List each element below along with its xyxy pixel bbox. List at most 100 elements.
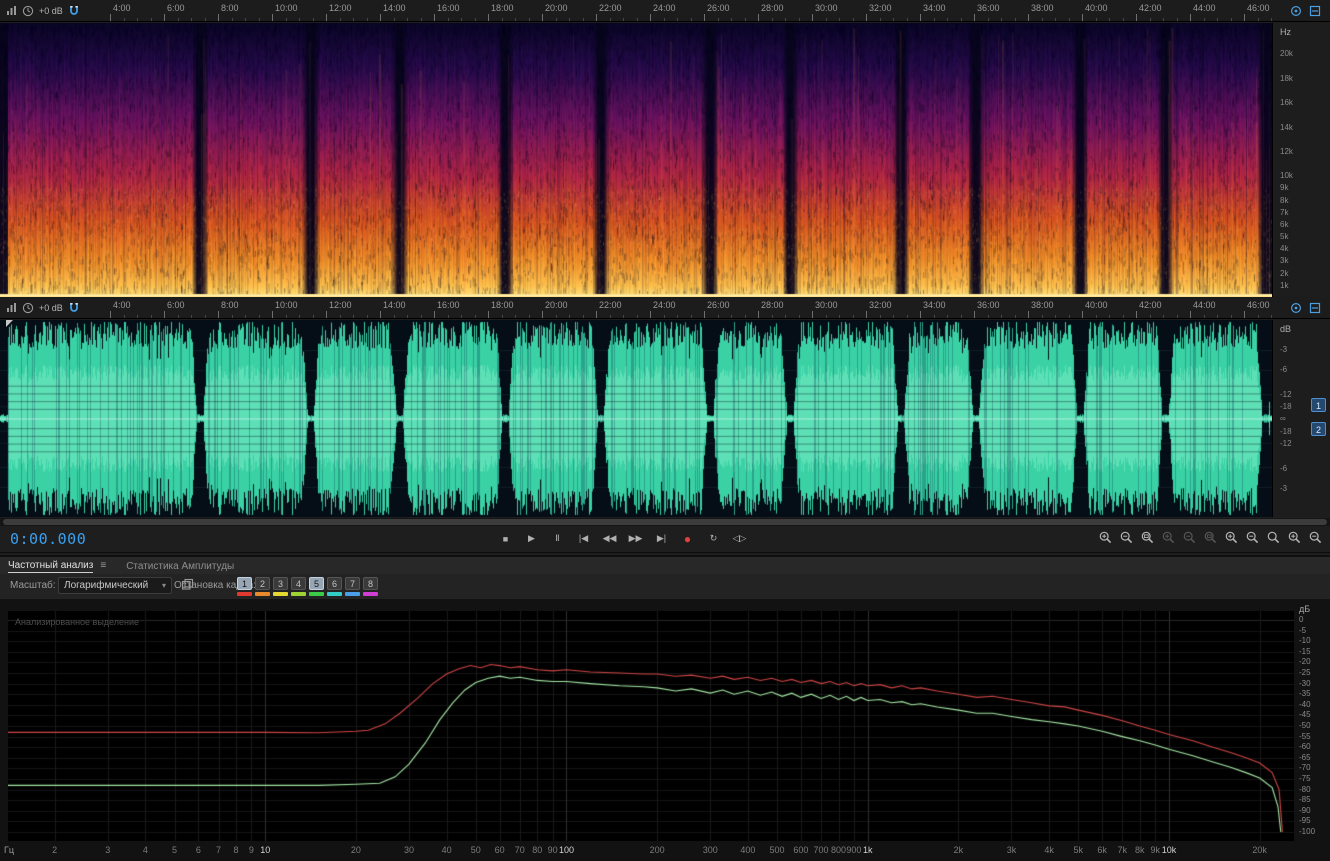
ruler-major-tick bbox=[326, 311, 327, 318]
ruler-minor-tick bbox=[407, 315, 408, 318]
zoom-in-button[interactable] bbox=[1099, 531, 1112, 544]
ruler-minor-tick bbox=[515, 315, 516, 318]
tab-frequency-analysis[interactable]: Частотный анализ ≡ bbox=[8, 557, 106, 574]
frame-hold-color-swatch bbox=[309, 592, 324, 596]
zoom-in-point-button[interactable] bbox=[1162, 531, 1175, 544]
gain-label[interactable]: +0 dB bbox=[39, 303, 63, 313]
scrollbar-handle[interactable] bbox=[3, 519, 1327, 525]
ruler-minor-tick bbox=[1176, 18, 1178, 21]
zoom-out-point-button[interactable] bbox=[1183, 531, 1196, 544]
ruler-minor-tick bbox=[731, 315, 732, 318]
ruler-time-label: 22:00 bbox=[599, 300, 622, 310]
spectrogram-display[interactable] bbox=[0, 23, 1272, 297]
scale-dropdown[interactable]: Логарифмический ▾ bbox=[58, 577, 172, 594]
time-display[interactable]: 0:00.000 bbox=[10, 530, 86, 548]
ruler-time-label: 22:00 bbox=[599, 3, 622, 13]
stop-button[interactable]: ■ bbox=[494, 529, 517, 548]
x-axis-tick-label: 9 bbox=[248, 845, 254, 855]
frame-hold-button-3[interactable]: 3 bbox=[273, 577, 288, 596]
ruler-major-tick bbox=[164, 14, 165, 21]
ruler-major-tick bbox=[272, 311, 273, 318]
y-axis-tick-label: -65 bbox=[1299, 752, 1311, 762]
x-axis-tick-label: 6 bbox=[195, 845, 201, 855]
frame-hold-button-6[interactable]: 6 bbox=[327, 577, 342, 596]
zoom-in-horizontal-button[interactable] bbox=[1225, 531, 1238, 544]
scale-options-icon[interactable] bbox=[1309, 302, 1321, 314]
zoom-selection-edge-button[interactable] bbox=[1204, 531, 1217, 544]
frame-hold-button-2[interactable]: 2 bbox=[255, 577, 270, 596]
ruler-minor-tick bbox=[150, 315, 152, 318]
scale-mode-icon[interactable] bbox=[1290, 302, 1302, 314]
zoom-reset-button[interactable] bbox=[1267, 531, 1280, 544]
ruler-major-tick bbox=[110, 311, 111, 318]
zoom-to-selection-button[interactable] bbox=[1141, 531, 1154, 544]
frame-hold-button-4[interactable]: 4 bbox=[291, 577, 306, 596]
frame-hold-number: 1 bbox=[237, 577, 252, 590]
ruler-minor-tick bbox=[245, 18, 246, 21]
meter-icon[interactable] bbox=[6, 302, 17, 313]
channel-badge-2[interactable]: 2 bbox=[1311, 422, 1326, 436]
time-ruler[interactable]: 4:00 6:00 8:00 10:00 12:00 14:00 16:00 18:00 20:… bbox=[95, 297, 1272, 318]
frame-hold-color-swatch bbox=[273, 592, 288, 596]
amplitude-tick-label: -6 bbox=[1280, 463, 1288, 473]
zoom-out-horizontal-button[interactable] bbox=[1246, 531, 1259, 544]
play-button[interactable]: ▶ bbox=[520, 529, 543, 548]
ruler-minor-tick bbox=[528, 315, 530, 318]
scale-mode-icon[interactable] bbox=[1290, 5, 1302, 17]
ruler-major-tick bbox=[110, 14, 111, 21]
prev-button[interactable]: |◀ bbox=[572, 529, 595, 548]
gain-label[interactable]: +0 dB bbox=[39, 6, 63, 16]
frequency-tick-label: 8k bbox=[1280, 195, 1289, 205]
meter-icon[interactable] bbox=[6, 5, 17, 16]
skip-selection-button[interactable]: ◁▷ bbox=[728, 529, 751, 548]
record-button[interactable]: ● bbox=[676, 529, 699, 548]
x-axis-tick-label: 70 bbox=[514, 845, 525, 855]
tab-amplitude-statistics[interactable]: Статистика Амплитуды bbox=[126, 557, 234, 574]
horizontal-scrollbar[interactable] bbox=[0, 518, 1330, 526]
waveform-display[interactable] bbox=[0, 320, 1272, 517]
frame-hold-button-8[interactable]: 8 bbox=[363, 577, 378, 596]
zoom-out-button[interactable] bbox=[1120, 531, 1133, 544]
ruler-minor-tick bbox=[798, 18, 800, 21]
playhead-handle[interactable] bbox=[6, 320, 13, 327]
x-axis-tick-label: 2k bbox=[953, 845, 964, 855]
loop-button[interactable]: ↻ bbox=[702, 529, 725, 548]
ruler-minor-tick bbox=[771, 18, 773, 21]
x-axis-tick-label: 5 bbox=[172, 845, 178, 855]
time-ruler[interactable]: 4:00 6:00 8:00 10:00 12:00 14:00 16:00 18:00 20:… bbox=[95, 0, 1272, 21]
y-axis-tick-label: -35 bbox=[1299, 689, 1311, 699]
panel-menu-icon[interactable]: ≡ bbox=[100, 560, 106, 571]
next-button[interactable]: ▶| bbox=[650, 529, 673, 548]
ruler-time-label: 42:00 bbox=[1139, 300, 1162, 310]
rewind-button[interactable]: ◀◀ bbox=[598, 529, 621, 548]
magnet-icon[interactable] bbox=[68, 5, 80, 17]
ruler-minor-tick bbox=[798, 315, 800, 318]
scale-options-icon[interactable] bbox=[1309, 5, 1321, 17]
frame-hold-button-5[interactable]: 5 bbox=[309, 577, 324, 596]
ruler-minor-tick bbox=[1203, 18, 1205, 21]
zoom-out-vertical-button[interactable] bbox=[1309, 531, 1322, 544]
zoom-in-vertical-button[interactable] bbox=[1288, 531, 1301, 544]
channel-badge-1[interactable]: 1 bbox=[1311, 398, 1326, 412]
frame-hold-color-swatch bbox=[345, 592, 360, 596]
ruler-minor-tick bbox=[879, 18, 881, 21]
fast-forward-button[interactable]: ▶▶ bbox=[624, 529, 647, 548]
ruler-major-tick bbox=[812, 311, 813, 318]
ruler-minor-tick bbox=[933, 315, 935, 318]
ruler-major-tick bbox=[488, 311, 489, 318]
ruler-minor-tick bbox=[582, 18, 584, 21]
ruler-minor-tick bbox=[744, 315, 746, 318]
frame-hold-button-7[interactable]: 7 bbox=[345, 577, 360, 596]
clock-icon[interactable] bbox=[22, 5, 34, 17]
magnet-icon[interactable] bbox=[68, 302, 80, 314]
frame-hold-button-1[interactable]: 1 bbox=[237, 577, 252, 596]
amplitude-scale[interactable]: dB -3 -3 -6 -6 -12 -12 -18 -18 ∞ 1 2 bbox=[1272, 320, 1330, 517]
ruler-minor-tick bbox=[1230, 18, 1232, 21]
ruler-minor-tick bbox=[960, 18, 962, 21]
pause-button[interactable]: Ⅱ bbox=[546, 529, 569, 548]
ruler-minor-tick bbox=[447, 18, 449, 21]
clock-icon[interactable] bbox=[22, 302, 34, 314]
ruler-major-tick bbox=[434, 311, 435, 318]
ruler-major-tick bbox=[974, 311, 975, 318]
frequency-scale[interactable]: Hz 20k 18k 16k 14k 12k 10k 9k 8k 7k 6k 5k 4k 3k 2k 1k bbox=[1272, 23, 1330, 297]
